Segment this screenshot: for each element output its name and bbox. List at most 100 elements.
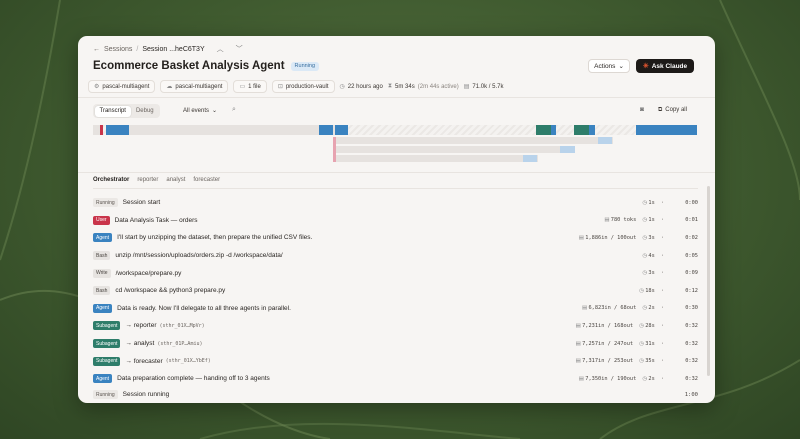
agent-name: pascal-multiagent (102, 83, 150, 90)
environment-chip[interactable]: ☁ pascal-multiagent (160, 80, 229, 93)
tab-forecaster[interactable]: forecaster (193, 177, 220, 183)
vault-chip[interactable]: ⊡ production-vault (271, 80, 335, 93)
event-row[interactable]: Bash unzip /mnt/session/uploads/orders.zi… (93, 247, 698, 265)
ask-claude-button[interactable]: ✳ Ask Claude (636, 59, 694, 73)
session-duration: 5m 34s (395, 83, 415, 90)
subagent-session-id: (sthr_01X…MpVr) (159, 322, 205, 329)
files-chip[interactable]: ▭ 1 file (233, 80, 267, 93)
session-age: 22 hours ago (347, 83, 383, 90)
event-row[interactable]: Subagent → forecaster (sthr_01X…YbEf) ▤ 7,3… (93, 352, 698, 370)
event-tokens: 6,823in / 68out (588, 305, 637, 312)
timeline-divider (78, 172, 715, 173)
tab-transcript[interactable]: Transcript (94, 105, 131, 117)
footer-status-text: Session running (122, 391, 170, 398)
agent-chip[interactable]: ⚙ pascal-multiagent (88, 80, 156, 93)
event-duration: 4s (648, 252, 655, 259)
duration-info: ⧗ 5m 34s (2m 44s active) (388, 83, 459, 90)
timeline-segment[interactable] (598, 137, 612, 144)
claude-star-icon: ✳ (642, 63, 649, 70)
event-row[interactable]: Agent Data preparation complete — handing… (93, 370, 698, 388)
timeline-segment[interactable] (536, 125, 551, 135)
event-clock: 0:05 (685, 252, 698, 259)
event-type-tag: Agent (93, 303, 113, 313)
next-session-icon[interactable]: ﹀ (236, 44, 243, 54)
event-duration: 2s (648, 305, 655, 312)
timeline-segment[interactable] (93, 125, 100, 135)
agent-icon: ⚙ (94, 84, 100, 90)
tab-analyst[interactable]: analyst (166, 177, 185, 183)
breadcrumb-current: Session ...heC6T3Y (142, 45, 205, 53)
timeline-segment[interactable] (319, 125, 333, 135)
event-text: cd /workspace && python3 prepare.py (115, 287, 226, 295)
copy-all-button[interactable]: ⧉ Copy all (658, 107, 687, 114)
timeline-segment[interactable] (129, 125, 319, 135)
tab-debug[interactable]: Debug (131, 106, 159, 117)
event-duration: 31s (645, 340, 655, 347)
event-clock: 0:02 (685, 234, 698, 241)
event-stats: ◷ 3s · 0:09 (642, 270, 698, 276)
event-row[interactable]: Subagent → reporter (sthr_01X…MpVr) ▤ 7,231… (93, 317, 698, 335)
camera-icon[interactable]: ◙ (640, 106, 644, 113)
event-stats: ▤ 7,350in / 190out ◷ 2s · 0:32 (579, 376, 698, 382)
chevron-down-icon: ⌄ (212, 108, 218, 114)
timeline-segment[interactable] (106, 125, 129, 135)
footer-status-tag: Running (93, 390, 118, 399)
tab-reporter[interactable]: reporter (137, 177, 158, 183)
separator-dot: · (660, 234, 664, 241)
timeline-segment[interactable] (335, 125, 348, 135)
event-row[interactable]: Bash cd /workspace && python3 prepare.py ◷… (93, 282, 698, 300)
event-text: /workspace/prepare.py (115, 269, 182, 277)
event-row[interactable]: Subagent → analyst (sthr_01P…Amiu) ▤ 7,257i… (93, 335, 698, 353)
event-row[interactable]: Running Session start ◷ 1s · 0:00 (93, 194, 698, 212)
event-duration: 1s (648, 199, 655, 206)
event-stats: ◷ 18s · 0:12 (639, 288, 698, 294)
event-row[interactable]: Agent Data is ready. Now I'll delegate to… (93, 300, 698, 318)
events-filter-dropdown[interactable]: All events ⌄ (183, 107, 218, 115)
subagent-session-id: (sthr_01X…YbEf) (165, 358, 211, 365)
event-type-tag: Subagent (93, 339, 121, 349)
event-duration: 28s (645, 322, 655, 329)
previous-session-icon[interactable]: ︿ (217, 44, 224, 54)
timeline-segment[interactable] (574, 125, 589, 135)
timeline-segment[interactable] (636, 125, 697, 135)
event-text: Data preparation complete — handing off … (117, 375, 270, 383)
timeline-segment[interactable] (100, 125, 103, 135)
timeline-segment[interactable] (589, 125, 595, 135)
subagent-track (333, 137, 613, 144)
scrollbar[interactable] (707, 186, 710, 376)
tab-orchestrator[interactable]: Orchestrator (93, 177, 129, 183)
session-window: ← Sessions / Session ...heC6T3Y ︿ ﹀ Ecom… (78, 36, 715, 403)
event-type-tag: User (93, 215, 110, 225)
event-duration: 3s (648, 270, 655, 277)
event-clock: 0:30 (685, 305, 698, 312)
event-row[interactable]: Write/workspace/prepare.py ◷ 3s · 0:09 (93, 264, 698, 282)
subagent-session-id: (sthr_01P…Amiu) (157, 340, 203, 347)
event-type-tag: Agent (93, 233, 113, 243)
event-tokens: 7,257in / 247out (582, 340, 634, 347)
page-title: Ecommerce Basket Analysis Agent (93, 60, 285, 72)
separator-dot: · (660, 322, 664, 329)
timeline-segment[interactable] (523, 155, 537, 162)
timeline-segment[interactable] (560, 146, 575, 153)
breadcrumb-sessions-link[interactable]: Sessions (104, 46, 132, 53)
header-divider (78, 97, 715, 98)
event-clock: 0:32 (685, 358, 698, 365)
back-arrow-icon[interactable]: ← (93, 46, 100, 53)
separator-dot: · (660, 217, 664, 224)
timeline-marker (333, 137, 336, 162)
search-icon[interactable]: ⌕ (232, 106, 236, 114)
session-footer: Running Session running 1:00 (93, 390, 698, 399)
session-meta: ⚙ pascal-multiagent ☁ pascal-multiagent … (88, 80, 503, 93)
event-text: Session start (122, 199, 161, 207)
tokens-info: ▤ 71.0k / 5.7k (464, 83, 504, 91)
cloud-icon: ☁ (166, 84, 173, 90)
event-row[interactable]: Agent I'll start by unzipping the dataset… (93, 229, 698, 247)
event-timeline[interactable] (93, 125, 697, 165)
event-type-tag: Subagent (93, 321, 121, 331)
actions-button[interactable]: Actions ⌄ (588, 59, 630, 73)
environment-name: pascal-multiagent (175, 83, 223, 90)
timeline-segment[interactable] (551, 125, 556, 135)
event-text: → reporter (125, 322, 157, 330)
event-row[interactable]: User Data Analysis Task — orders ▤ 780 tok… (93, 212, 698, 230)
actions-label: Actions (594, 62, 616, 70)
